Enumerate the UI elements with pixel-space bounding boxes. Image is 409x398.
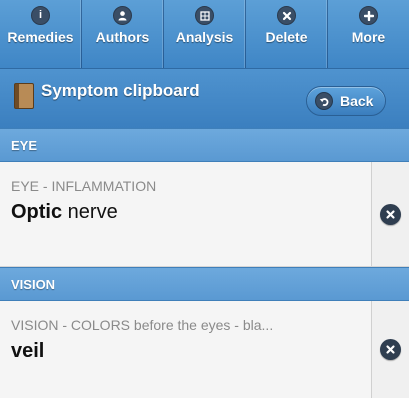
section-header-eye: EYE bbox=[0, 128, 409, 162]
remove-symptom-button[interactable] bbox=[371, 162, 409, 266]
symptom-title-strong: Optic bbox=[11, 201, 63, 223]
section-header-vision: VISION bbox=[0, 267, 409, 301]
top-toolbar: i Remedies Authors Analysis Delete More bbox=[0, 0, 409, 68]
symptom-item[interactable]: EYE - INFLAMMATION Optic nerve bbox=[0, 162, 371, 266]
remove-icon bbox=[380, 203, 401, 225]
symptom-title-rest: nerve bbox=[62, 201, 118, 223]
symptom-title-strong: veil bbox=[11, 340, 45, 362]
delete-button[interactable]: Delete bbox=[246, 0, 328, 68]
authors-button[interactable]: Authors bbox=[82, 0, 164, 68]
more-button[interactable]: More bbox=[328, 0, 409, 68]
back-label: Back bbox=[340, 93, 374, 109]
symptom-rubric: EYE - INFLAMMATION bbox=[11, 178, 157, 194]
delete-label: Delete bbox=[265, 29, 308, 45]
back-button[interactable]: Back bbox=[306, 86, 386, 116]
remove-symptom-button[interactable] bbox=[371, 301, 409, 398]
symptom-title: Optic nerve bbox=[11, 201, 118, 224]
remove-icon bbox=[380, 339, 401, 360]
symptom-rubric: VISION - COLORS before the eyes - bla... bbox=[11, 317, 274, 333]
delete-icon bbox=[277, 6, 296, 25]
info-icon: i bbox=[31, 6, 50, 25]
authors-label: Authors bbox=[95, 29, 150, 45]
remedies-button[interactable]: i Remedies bbox=[0, 0, 82, 68]
page-title: Symptom clipboard bbox=[41, 81, 200, 100]
symptom-title: veil bbox=[11, 340, 44, 363]
grid-icon bbox=[195, 6, 214, 25]
list-item: EYE - INFLAMMATION Optic nerve bbox=[0, 162, 409, 267]
more-label: More bbox=[351, 29, 386, 45]
symptom-item[interactable]: VISION - COLORS before the eyes - bla...… bbox=[0, 301, 371, 398]
book-icon bbox=[14, 83, 34, 109]
list-item: VISION - COLORS before the eyes - bla...… bbox=[0, 301, 409, 398]
analysis-button[interactable]: Analysis bbox=[164, 0, 246, 68]
plus-icon bbox=[359, 6, 378, 25]
remedies-label: Remedies bbox=[7, 29, 74, 45]
analysis-label: Analysis bbox=[175, 29, 234, 45]
back-arrow-icon bbox=[315, 92, 333, 110]
header-bar: Symptom clipboard Back bbox=[0, 68, 409, 128]
user-icon bbox=[113, 6, 132, 25]
